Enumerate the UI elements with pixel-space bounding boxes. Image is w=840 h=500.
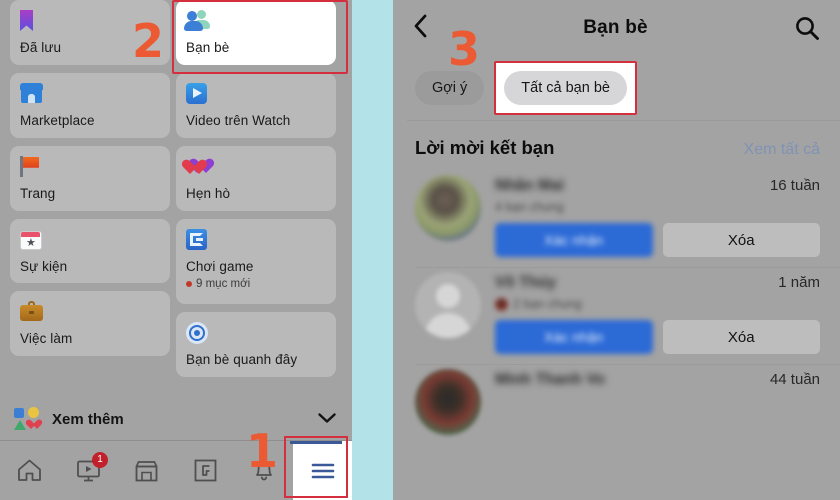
nav-item-gaming[interactable] <box>176 441 235 500</box>
confirm-button[interactable]: Xác nhận <box>495 320 653 354</box>
request-age: 44 tuần <box>769 371 820 388</box>
friends-icon <box>184 10 326 34</box>
dating-hearts-icon <box>186 156 326 180</box>
calendar-star-icon: ★ <box>20 229 160 253</box>
see-all-link[interactable]: Xem tất cả <box>744 141 820 159</box>
menu-tile-label: Hẹn hò <box>186 185 231 201</box>
friend-name: Võ Thúy <box>495 274 557 291</box>
request-actions: Xác nhận Xóa <box>495 223 820 257</box>
gaming-icon <box>186 228 326 253</box>
nav-item-home[interactable] <box>0 441 59 500</box>
nav-item-marketplace[interactable] <box>117 441 176 500</box>
avatar[interactable] <box>415 272 481 338</box>
shapes-cluster-icon <box>14 407 40 431</box>
request-age: 16 tuần <box>769 177 820 194</box>
menu-tile-gaming[interactable]: Chơi game 9 mục mới <box>176 218 336 305</box>
menu-tile-label: Bạn bè quanh đây <box>186 352 298 368</box>
friend-name: Minh Thanh Vo <box>495 371 605 388</box>
menu-tile-label: Việc làm <box>20 331 73 347</box>
menu-tile-saved[interactable]: Đã lưu <box>10 0 170 65</box>
menu-tile-label: Video trên Watch <box>186 112 291 128</box>
friend-request-row[interactable]: Võ Thúy 1 năm 2 bạn chung Xác nhận Xóa <box>393 268 840 364</box>
mutual-friends-text: 4 bạn chung <box>495 200 564 214</box>
section-title: Lời mời kết bạn <box>415 137 555 158</box>
menu-tile-marketplace[interactable]: Marketplace <box>10 72 170 138</box>
right-phone-panel: Bạn bè Gợi ý Tất cả bạn bè Lời mời kết b… <box>393 0 840 500</box>
menu-tile-label: Trang <box>20 185 56 201</box>
menu-tile-events[interactable]: ★ Sự kiện <box>10 218 170 284</box>
home-icon <box>17 459 41 481</box>
new-items-dot-icon <box>186 281 192 288</box>
mutual-friends-label: 4 bạn chung <box>495 200 820 214</box>
menu-column-right: Bạn bè Video trên Watch Hẹn hò Chơi game… <box>176 0 336 385</box>
briefcase-icon <box>20 301 160 325</box>
chevron-down-icon[interactable] <box>318 412 336 427</box>
shop-outline-icon <box>135 460 158 481</box>
mutual-friends-text: 2 bạn chung <box>513 297 582 311</box>
page-title: Bạn bè <box>583 17 648 38</box>
see-more-label: Xem thêm <box>52 410 124 428</box>
avatar[interactable] <box>415 369 481 435</box>
tab-all-friends[interactable]: Tất cả bạn bè <box>504 71 627 105</box>
friend-requests-section-header: Lời mời kết bạn Xem tất cả <box>393 121 840 171</box>
menu-tile-pages[interactable]: Trang <box>10 145 170 211</box>
marketplace-shop-icon <box>20 82 160 107</box>
menu-tile-nearby-friends[interactable]: Bạn bè quanh đây <box>176 312 336 378</box>
friend-request-row[interactable]: Minh Thanh Vo 44 tuần <box>393 365 840 445</box>
menu-tile-jobs[interactable]: Việc làm <box>10 291 170 357</box>
nav-item-menu[interactable] <box>293 440 352 500</box>
nav-item-notifications[interactable] <box>235 441 294 500</box>
left-phone-panel: Đã lưu Marketplace Trang ★ Sự kiện Việc … <box>0 0 352 500</box>
gaming-outline-icon <box>194 459 217 482</box>
flag-icon <box>20 155 160 180</box>
bookmark-icon <box>20 10 160 34</box>
menu-grid: Đã lưu Marketplace Trang ★ Sự kiện Việc … <box>0 0 352 398</box>
menu-tile-watch[interactable]: Video trên Watch <box>176 72 336 138</box>
screenshot-root: Đã lưu Marketplace Trang ★ Sự kiện Việc … <box>0 0 840 500</box>
bell-icon <box>256 462 272 481</box>
friends-screen-header: Bạn bè <box>393 0 840 56</box>
menu-column-left: Đã lưu Marketplace Trang ★ Sự kiện Việc … <box>10 0 170 364</box>
menu-tile-friends[interactable]: Bạn bè <box>176 0 336 65</box>
menu-tab-active-indicator <box>290 441 342 444</box>
menu-tile-label: Marketplace <box>20 112 95 128</box>
menu-tile-label: Chơi game <box>186 258 254 274</box>
search-icon[interactable] <box>794 15 820 41</box>
menu-tile-label: Bạn bè <box>186 40 230 55</box>
menu-tile-label: Đã lưu <box>20 40 62 55</box>
mutual-friend-avatar <box>495 297 508 311</box>
mutual-friends-label: 2 bạn chung <box>495 297 820 311</box>
highlight-box-all-friends-tab: Tất cả bạn bè <box>494 61 637 115</box>
menu-tile-dating[interactable]: Hẹn hò <box>176 145 336 211</box>
watch-play-icon <box>186 82 326 107</box>
bottom-navigation-bar: 1 <box>0 440 352 500</box>
see-more-row[interactable]: Xem thêm <box>0 398 352 440</box>
confirm-button[interactable]: Xác nhận <box>495 223 653 257</box>
watch-badge: 1 <box>92 451 108 468</box>
delete-button[interactable]: Xóa <box>662 223 820 257</box>
avatar[interactable] <box>415 175 481 241</box>
menu-tile-sublabel-text: 9 mục mới <box>196 278 251 291</box>
panel-divider <box>352 0 393 500</box>
friends-tab-row: Gợi ý Tất cả bạn bè <box>393 56 840 120</box>
friend-name: Nhân Mai <box>495 177 564 194</box>
back-chevron-icon[interactable] <box>413 13 437 44</box>
nav-item-watch[interactable]: 1 <box>59 441 118 500</box>
tab-suggestions[interactable]: Gợi ý <box>415 71 485 105</box>
hamburger-menu-icon <box>311 463 334 478</box>
nearby-friends-icon <box>186 322 326 346</box>
friend-request-row[interactable]: Nhân Mai 16 tuần 4 bạn chung Xác nhận Xó… <box>393 171 840 267</box>
menu-tile-sublabel: 9 mục mới <box>186 278 326 290</box>
delete-button[interactable]: Xóa <box>662 320 820 354</box>
request-actions: Xác nhận Xóa <box>495 320 820 354</box>
menu-tile-label: Sự kiện <box>20 258 68 274</box>
request-age: 1 năm <box>778 274 820 291</box>
